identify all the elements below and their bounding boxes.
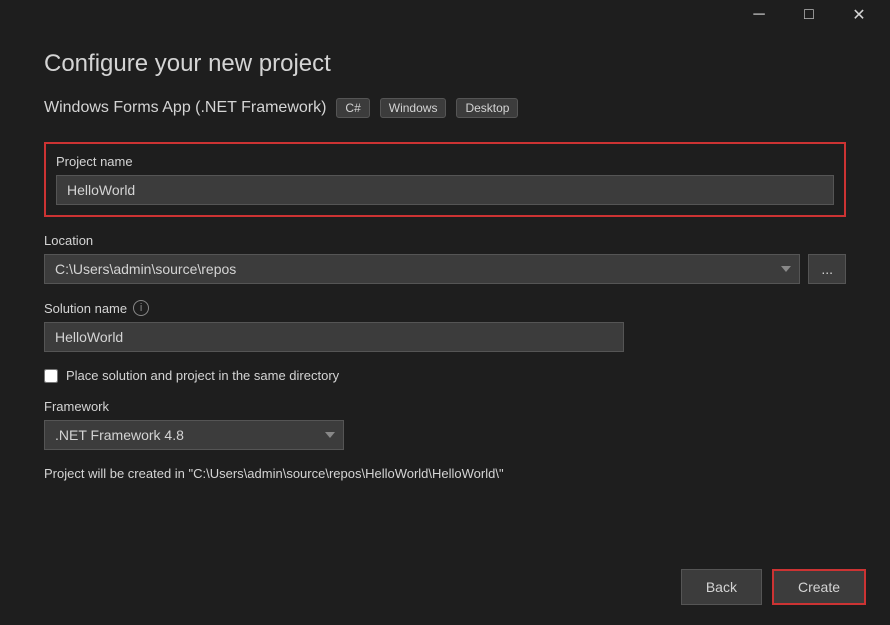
tag-desktop: Desktop [456,98,518,118]
solution-name-label-text: Solution name [44,301,127,316]
project-type-name: Windows Forms App (.NET Framework) [44,99,326,117]
back-button[interactable]: Back [681,569,762,605]
browse-button[interactable]: ... [808,254,846,284]
location-row: C:\Users\admin\source\repos ... [44,254,846,284]
close-button[interactable]: ✕ [836,0,882,30]
solution-name-input[interactable] [44,322,624,352]
project-path-info: Project will be created in "C:\Users\adm… [44,466,846,481]
dialog-title: Configure your new project [44,50,846,78]
project-type-row: Windows Forms App (.NET Framework) C# Wi… [44,98,846,118]
configure-project-dialog: Configure your new project Windows Forms… [20,30,870,505]
framework-dropdown[interactable]: .NET Framework 4.8 .NET Framework 4.7.2 … [44,420,344,450]
minimize-button[interactable]: ─ [736,0,782,30]
tag-csharp: C# [336,98,369,118]
solution-name-section: Solution name i [44,300,846,352]
solution-name-info-icon[interactable]: i [133,300,149,316]
create-button[interactable]: Create [772,569,866,605]
same-directory-row: Place solution and project in the same d… [44,368,846,383]
framework-section: Framework .NET Framework 4.8 .NET Framew… [44,399,846,450]
same-directory-label[interactable]: Place solution and project in the same d… [66,368,339,383]
framework-label: Framework [44,399,846,414]
project-name-label: Project name [56,154,834,169]
project-name-input[interactable] [56,175,834,205]
location-section: Location C:\Users\admin\source\repos ... [44,233,846,284]
solution-name-label: Solution name i [44,300,846,316]
location-label: Location [44,233,846,248]
title-bar: ─ □ ✕ [0,0,890,30]
maximize-button[interactable]: □ [786,0,832,30]
location-dropdown[interactable]: C:\Users\admin\source\repos [44,254,800,284]
same-directory-checkbox[interactable] [44,369,58,383]
project-name-section: Project name [44,142,846,217]
framework-dropdown-wrap: .NET Framework 4.8 .NET Framework 4.7.2 … [44,420,344,450]
tag-windows: Windows [380,98,447,118]
footer-buttons: Back Create [681,569,866,605]
